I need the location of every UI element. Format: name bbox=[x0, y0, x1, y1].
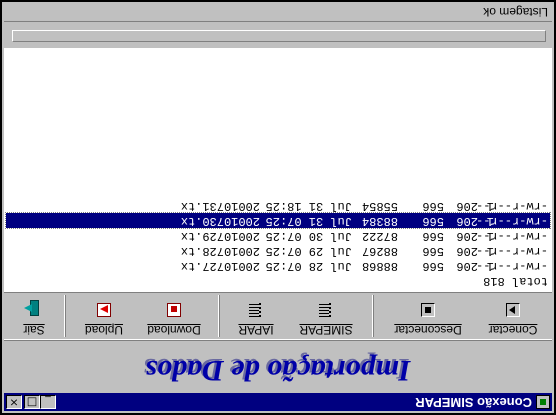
status-bar: Listagem ok bbox=[4, 3, 552, 22]
list-icon bbox=[249, 303, 263, 317]
file-owner: 206 bbox=[456, 259, 478, 273]
simepar-button[interactable]: SIMEPAR bbox=[288, 295, 364, 337]
minimize-icon[interactable]: _ bbox=[40, 395, 56, 409]
connect-button[interactable]: Conectar bbox=[478, 295, 548, 337]
maximize-icon[interactable]: □ bbox=[24, 395, 40, 409]
exit-door-icon bbox=[27, 303, 41, 317]
file-links: 1 bbox=[486, 244, 494, 258]
toolbar-separator bbox=[218, 295, 220, 337]
list-item[interactable]: -rw-r--r-- 1 206 566 88868 Jul 28 07:25 … bbox=[6, 258, 550, 273]
file-size: 88868 bbox=[361, 259, 398, 273]
main-window: Conexão SIMEPAR _ □ × Importação de Dado… bbox=[0, 0, 556, 415]
connect-label: Conectar bbox=[488, 323, 538, 337]
window-title: Conexão SIMEPAR bbox=[415, 395, 532, 410]
stop-icon bbox=[421, 303, 435, 317]
file-group: 566 bbox=[422, 259, 444, 273]
banner-title: Importação de Dados bbox=[145, 354, 411, 387]
play-icon bbox=[506, 303, 520, 317]
upload-icon bbox=[97, 303, 111, 317]
file-name: 20010727.tx bbox=[180, 259, 260, 273]
exit-button[interactable]: Sair bbox=[12, 295, 56, 337]
file-date: Jul 31 18:25 bbox=[265, 199, 352, 213]
toolbar: Conectar Desconectar SIMEPAR IAPAR Downl… bbox=[4, 292, 552, 340]
disconnect-button[interactable]: Desconectar bbox=[382, 295, 474, 337]
progress-area bbox=[6, 27, 550, 45]
download-button[interactable]: Download bbox=[138, 295, 210, 337]
progress-bar bbox=[12, 30, 546, 42]
file-date: Jul 29 07:25 bbox=[265, 244, 352, 258]
header-banner: Importação de Dados bbox=[4, 340, 552, 393]
file-name: 20010728.tx bbox=[180, 244, 260, 258]
close-icon[interactable]: × bbox=[6, 395, 22, 409]
list-icon bbox=[319, 303, 333, 317]
file-links: 1 bbox=[486, 259, 494, 273]
iapar-button[interactable]: IAPAR bbox=[228, 295, 284, 337]
listing-total: total 818 bbox=[483, 274, 548, 288]
file-size: 87222 bbox=[361, 229, 398, 243]
title-bar[interactable]: Conexão SIMEPAR _ □ × bbox=[4, 393, 552, 411]
toolbar-separator bbox=[64, 295, 66, 337]
iapar-label: IAPAR bbox=[238, 323, 274, 337]
upload-label: Upload bbox=[84, 323, 124, 337]
file-size: 88384 bbox=[361, 214, 398, 228]
file-group: 566 bbox=[422, 214, 444, 228]
list-item[interactable]: -rw-r--r-- 1 206 566 55854 Jul 31 18:25 … bbox=[6, 198, 550, 213]
upload-button[interactable]: Upload bbox=[76, 295, 132, 337]
app-icon[interactable] bbox=[536, 395, 550, 409]
file-links: 1 bbox=[486, 199, 494, 213]
file-owner: 206 bbox=[456, 214, 478, 228]
file-name: 20010730.tx bbox=[180, 214, 260, 228]
status-text: Listagem ok bbox=[483, 5, 548, 19]
file-owner: 206 bbox=[456, 244, 478, 258]
file-owner: 206 bbox=[456, 199, 478, 213]
list-item[interactable]: -rw-r--r-- 1 206 566 88267 Jul 29 07:25 … bbox=[6, 243, 550, 258]
file-size: 88267 bbox=[361, 244, 398, 258]
file-name: 20010729.tx bbox=[180, 229, 260, 243]
file-links: 1 bbox=[486, 214, 494, 228]
list-item[interactable]: -rw-r--r-- 1 206 566 87222 Jul 30 07:25 … bbox=[6, 228, 550, 243]
disconnect-label: Desconectar bbox=[394, 323, 462, 337]
file-date: Jul 28 07:25 bbox=[265, 259, 352, 273]
download-label: Download bbox=[147, 323, 201, 337]
file-listing[interactable]: total 818 -rw-r--r-- 1 206 566 88868 Jul… bbox=[4, 48, 552, 293]
file-date: Jul 31 07:25 bbox=[265, 214, 352, 228]
file-size: 55854 bbox=[361, 199, 398, 213]
list-item-selected[interactable]: -rw-r--r-- 1 206 566 88384 Jul 31 07:25 … bbox=[5, 212, 551, 229]
file-links: 1 bbox=[486, 229, 494, 243]
file-group: 566 bbox=[422, 244, 444, 258]
simepar-label: SIMEPAR bbox=[299, 323, 353, 337]
file-group: 566 bbox=[422, 199, 444, 213]
download-icon bbox=[167, 303, 181, 317]
toolbar-separator bbox=[372, 295, 374, 337]
file-name: 20010731.tx bbox=[180, 199, 260, 213]
file-owner: 206 bbox=[456, 229, 478, 243]
exit-label: Sair bbox=[23, 323, 45, 337]
file-group: 566 bbox=[422, 229, 444, 243]
file-date: Jul 30 07:25 bbox=[265, 229, 352, 243]
